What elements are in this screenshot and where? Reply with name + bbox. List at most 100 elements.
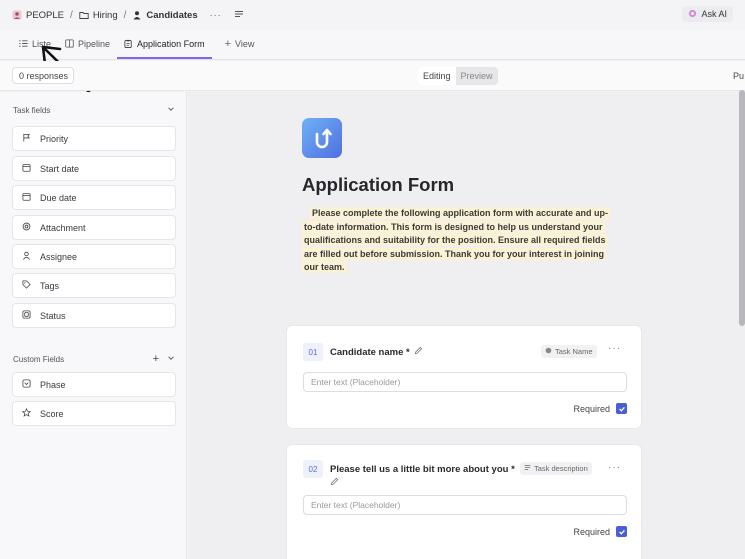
custom-fields-actions: + [153, 353, 175, 365]
question-title-text: Please tell us a little bit more about y… [330, 464, 515, 475]
add-view-label: View [235, 39, 255, 49]
people-icon [12, 10, 22, 20]
ask-ai-label: Ask AI [701, 9, 727, 19]
breadcrumb-folder-label: Hiring [92, 9, 118, 21]
field-tags-label: Tags [40, 280, 60, 291]
question-more-icon[interactable]: ··· [608, 343, 621, 354]
editing-mode-button[interactable]: Editing [418, 67, 456, 85]
about-you-input[interactable]: Enter text (Placeholder) [303, 495, 627, 515]
pencil-icon[interactable] [414, 346, 423, 358]
field-score-label: Score [40, 408, 64, 419]
publish-button[interactable]: Pu [733, 71, 744, 81]
question-title[interactable]: Candidate name * [330, 346, 423, 358]
status-icon [22, 310, 31, 321]
form-description[interactable]: Please complete the following applicatio… [302, 207, 612, 275]
tag-icon [22, 280, 31, 291]
required-checkbox[interactable] [616, 403, 627, 414]
vertical-scrollbar[interactable] [739, 90, 745, 326]
form-title[interactable]: Application Form [302, 174, 454, 196]
required-toggle[interactable]: Required [573, 403, 627, 414]
pencil-icon[interactable] [330, 477, 515, 489]
field-start-date[interactable]: Start date [12, 156, 176, 181]
breadcrumb-list-label: Candidates [146, 9, 198, 21]
star-icon [21, 407, 32, 419]
checkmark-icon [618, 529, 625, 535]
field-status-label: Status [40, 310, 66, 321]
plus-icon: + [224, 38, 232, 50]
breadcrumb-separator: / [123, 9, 127, 21]
responses-count-button[interactable]: 0 responses [12, 67, 74, 84]
flag-icon [22, 133, 31, 144]
custom-fields-header[interactable]: Custom Fields + [13, 353, 175, 365]
field-phase-label: Phase [40, 379, 66, 390]
chevron-down-icon[interactable] [167, 354, 175, 364]
field-phase[interactable]: Phase [12, 372, 176, 397]
tab-application-form[interactable]: Application Form [117, 29, 212, 59]
checkmark-icon [618, 406, 625, 412]
candidate-name-input[interactable]: Enter text (Placeholder) [303, 372, 627, 392]
paperclip-icon [22, 222, 31, 233]
field-priority[interactable]: Priority [12, 126, 176, 151]
breadcrumb-folder[interactable]: Hiring [79, 10, 118, 21]
calendar-icon [22, 192, 31, 203]
folder-icon [79, 10, 89, 20]
top-bar: PEOPLE / Hiring / Candidates ··· Ask AI [0, 0, 745, 30]
view-tabs: Liste Pipeline Application Form + View [0, 30, 745, 60]
user-icon [132, 10, 142, 20]
calendar-icon [22, 163, 31, 174]
form-icon [124, 39, 133, 50]
task-name-icon [545, 347, 552, 356]
task-fields-label: Task fields [13, 105, 51, 115]
description-icon [524, 464, 531, 473]
required-label: Required [573, 526, 610, 537]
field-due-date-label: Due date [40, 192, 77, 203]
required-label: Required [573, 403, 610, 414]
dropdown-icon [22, 379, 31, 390]
question-card[interactable]: 02 Please tell us a little bit more abou… [286, 444, 642, 559]
ask-ai-button[interactable]: Ask AI [682, 6, 733, 22]
breadcrumb-space-label: PEOPLE [26, 9, 65, 21]
field-start-date-label: Start date [40, 163, 80, 174]
breadcrumb-list[interactable]: Candidates [132, 9, 198, 21]
field-due-date[interactable]: Due date [12, 185, 176, 210]
field-attachment[interactable]: Attachment [12, 215, 176, 240]
ai-sparkle-icon [688, 9, 697, 20]
mapped-field-badge: Task Name [541, 345, 597, 358]
field-score[interactable]: Score [12, 401, 176, 426]
breadcrumb-separator: / [70, 9, 73, 21]
add-custom-field-icon[interactable]: + [153, 353, 159, 365]
breadcrumb-space[interactable]: PEOPLE [12, 10, 64, 21]
chevron-down-icon[interactable] [167, 105, 175, 115]
more-options-icon[interactable]: ··· [210, 10, 222, 20]
mapped-field-label: Task description [534, 464, 588, 473]
required-checkbox[interactable] [616, 526, 627, 537]
question-number: 01 [303, 343, 323, 361]
add-view-button[interactable]: + View [218, 29, 262, 59]
field-assignee[interactable]: Assignee [12, 244, 176, 269]
question-number: 02 [303, 460, 323, 478]
required-toggle[interactable]: Required [573, 526, 627, 537]
field-status[interactable]: Status [12, 303, 176, 328]
form-description-text: Please complete the following applicatio… [302, 207, 611, 274]
upload-arrow-icon [315, 128, 332, 149]
list-icon [19, 39, 28, 50]
custom-fields-label: Custom Fields [13, 354, 65, 364]
user-icon [22, 251, 31, 262]
menu-icon[interactable] [234, 9, 244, 21]
task-fields-header[interactable]: Task fields [13, 105, 175, 115]
mapped-field-badge: Task description [520, 462, 592, 475]
field-assignee-label: Assignee [40, 251, 78, 262]
mapped-field-label: Task Name [555, 347, 593, 356]
editing-preview-toggle[interactable]: Editing Preview [418, 67, 498, 85]
field-tags[interactable]: Tags [12, 273, 176, 298]
tab-application-form-label: Application Form [137, 39, 205, 49]
form-logo[interactable] [302, 118, 342, 158]
question-title-text: Candidate name * [330, 346, 410, 358]
question-card[interactable]: 01 Candidate name * Task Name ··· Enter … [286, 325, 642, 429]
question-more-icon[interactable]: ··· [608, 462, 621, 473]
question-title[interactable]: Please tell us a little bit more about y… [330, 464, 515, 489]
field-priority-label: Priority [40, 133, 69, 144]
field-attachment-label: Attachment [40, 222, 86, 233]
preview-mode-button[interactable]: Preview [455, 67, 498, 85]
form-toolbar: 0 responses Editing Preview Pu [0, 61, 745, 91]
